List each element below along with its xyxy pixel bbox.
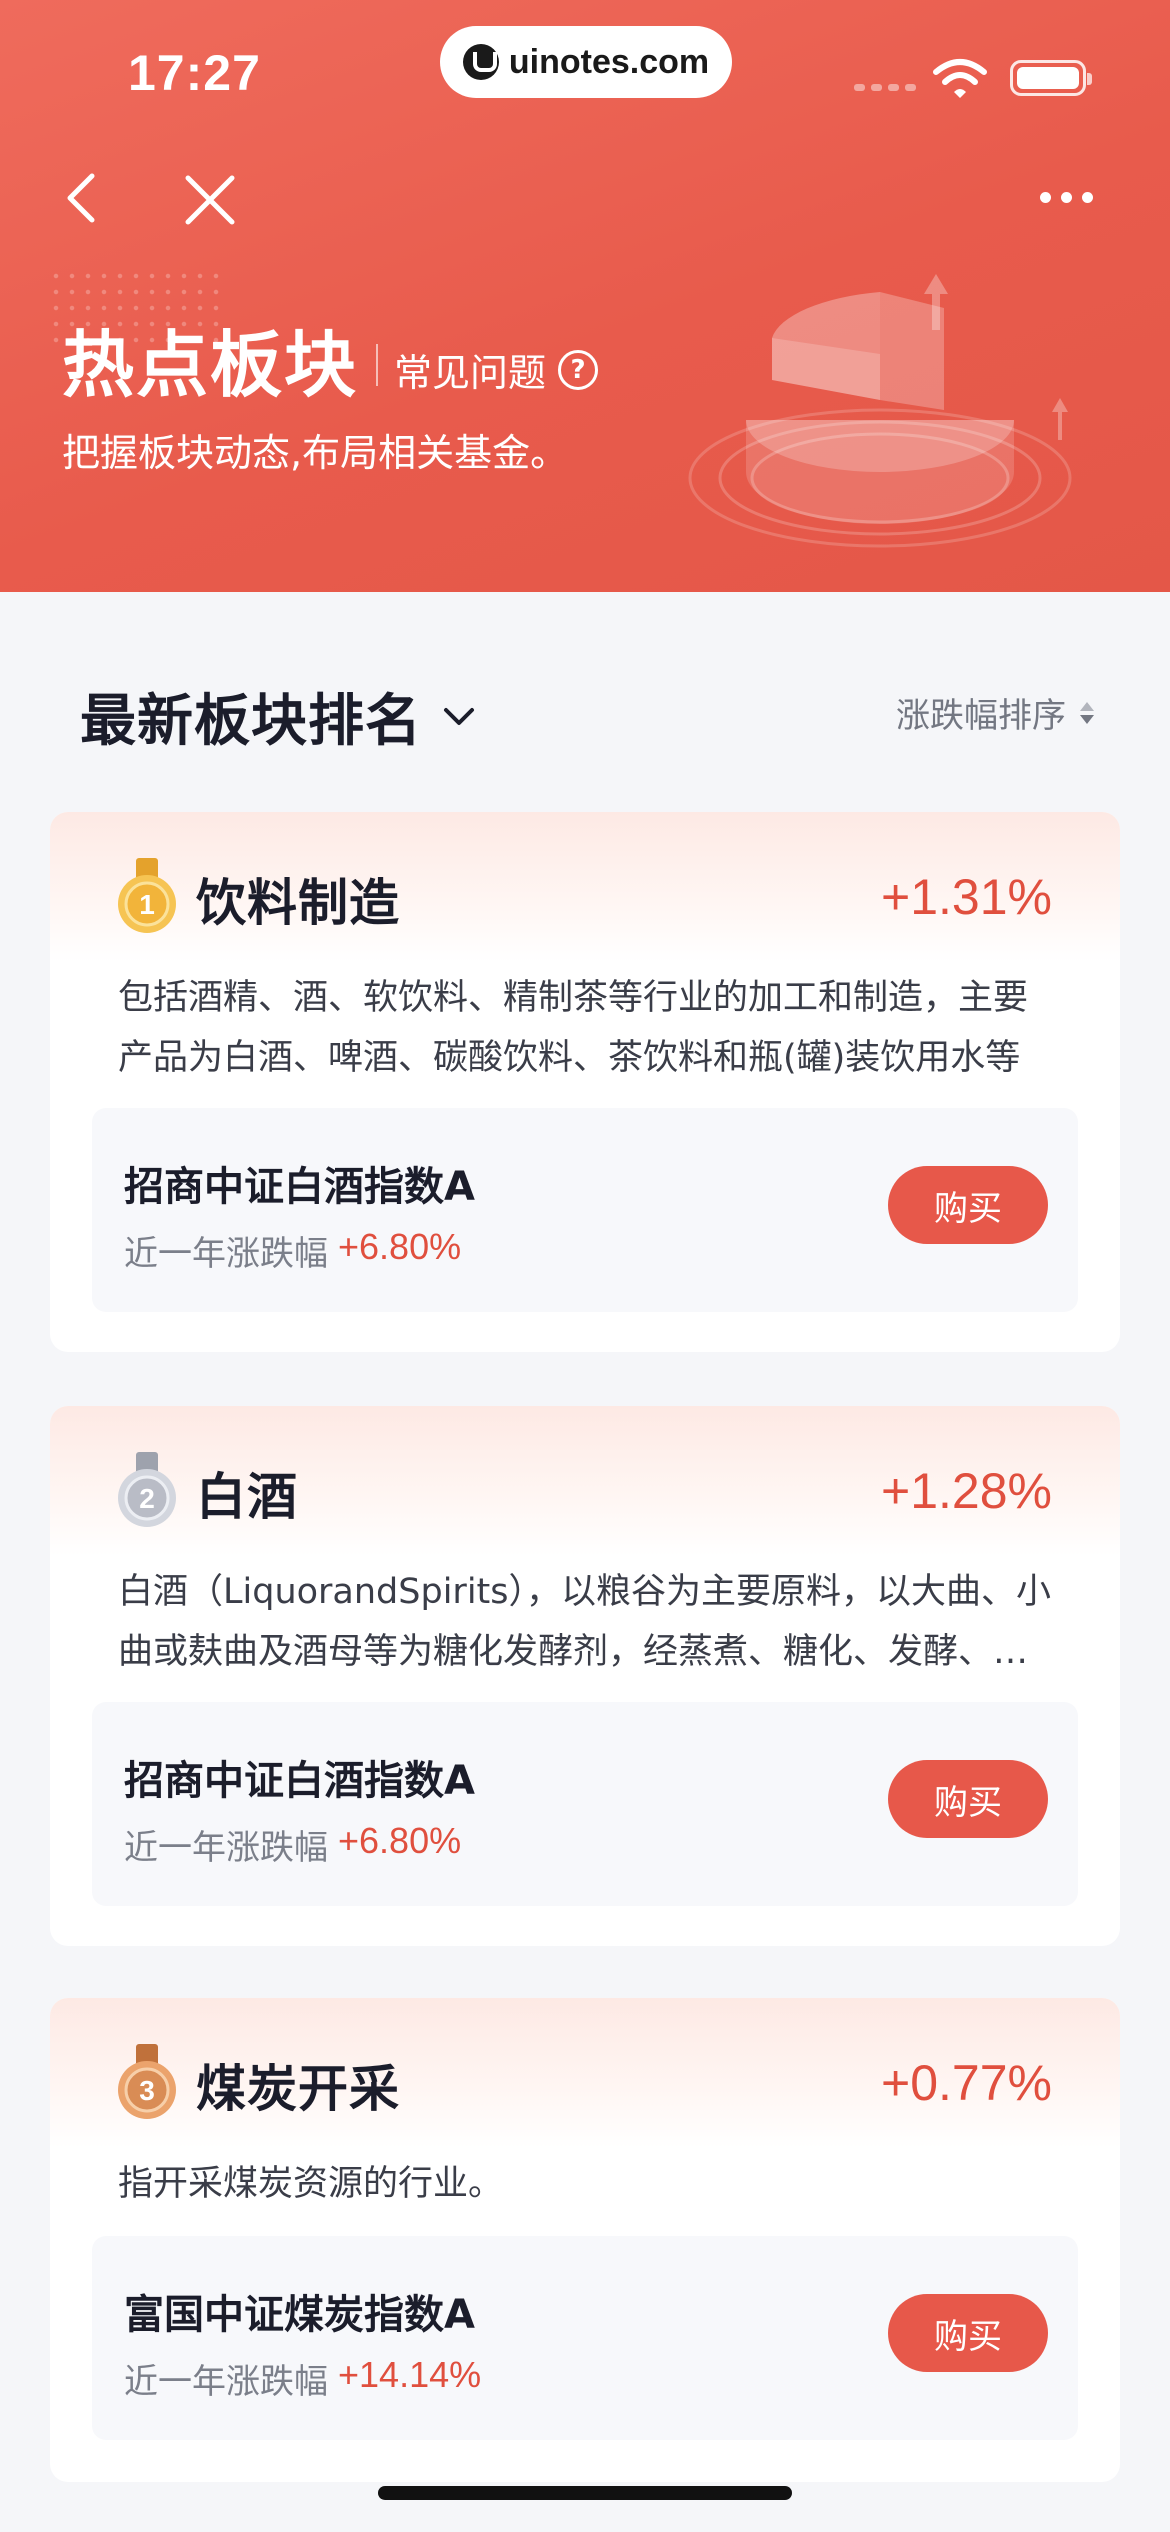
more-icon[interactable] [1040, 182, 1104, 212]
back-arrow-icon[interactable] [58, 166, 108, 230]
page-subtitle: 把握板块动态,布局相关基金。 [62, 431, 569, 475]
fund-row[interactable]: 富国中证煤炭指数A 近一年涨跌幅 +14.14% 购买 [92, 2236, 1078, 2440]
buy-button[interactable]: 购买 [888, 1760, 1048, 1838]
fund-name: 富国中证煤炭指数A [124, 2292, 475, 2338]
pie-chart-illustration [688, 274, 1072, 548]
svg-text:3: 3 [139, 2075, 155, 2106]
fund-row[interactable]: 招商中证白酒指数A 近一年涨跌幅 +6.80% 购买 [92, 1108, 1078, 1312]
wifi-icon [933, 59, 987, 98]
fund-perf-value: +6.80% [338, 1226, 462, 1267]
site-logo-icon [462, 44, 499, 80]
sort-arrows-icon [1080, 701, 1094, 724]
close-icon[interactable] [180, 170, 240, 230]
fund-name: 招商中证白酒指数A [124, 1164, 475, 1210]
sector-card[interactable]: 2 白酒 +1.28% 白酒（LiquorandSpirits），以粮谷为主要原… [50, 1406, 1120, 1946]
medal-gold-icon: 1 [118, 858, 176, 933]
sector-change: +1.31% [881, 869, 1052, 925]
sector-name: 白酒 [196, 1468, 298, 1526]
fund-performance: 近一年涨跌幅 +14.14% [124, 2354, 481, 2403]
sector-header: 2 白酒 [116, 1452, 298, 1534]
sort-label: 涨跌幅排序 [896, 696, 1066, 736]
sector-name: 饮料制造 [196, 874, 400, 932]
fund-perf-label: 近一年涨跌幅 [124, 2362, 328, 2402]
buy-button[interactable]: 购买 [888, 1166, 1048, 1244]
medal-bronze-icon: 3 [118, 2044, 176, 2119]
page-title: 热点板块 [62, 323, 359, 407]
svg-text:2: 2 [139, 1483, 155, 1514]
sector-description: 白酒（LiquorandSpirits），以粮谷为主要原料，以大曲、小曲或麸曲及… [118, 1572, 1052, 1672]
medal-silver-icon: 2 [118, 1452, 176, 1527]
fund-name: 招商中证白酒指数A [124, 1758, 475, 1804]
sector-header: 1 饮料制造 [116, 858, 400, 940]
url-text: uinotes.com [508, 42, 710, 81]
fund-performance: 近一年涨跌幅 +6.80% [124, 1226, 461, 1275]
fund-perf-value: +6.80% [338, 1820, 462, 1861]
status-time: 17:27 [128, 45, 261, 101]
fund-row[interactable]: 招商中证白酒指数A 近一年涨跌幅 +6.80% 购买 [92, 1702, 1078, 1906]
fund-perf-value: +14.14% [338, 2354, 482, 2395]
faq-link[interactable]: 常见问题 ? [394, 342, 599, 397]
fund-perf-label: 近一年涨跌幅 [124, 1234, 328, 1274]
buy-button[interactable]: 购买 [888, 2294, 1048, 2372]
sector-card[interactable]: 3 煤炭开采 +0.77% 指开采煤炭资源的行业。 富国中证煤炭指数A 近一年涨… [50, 1998, 1120, 2482]
help-icon: ? [558, 349, 599, 390]
sector-description: 指开采煤炭资源的行业。 [118, 2164, 504, 2204]
chevron-down-icon [444, 707, 474, 725]
url-pill: uinotes.com [440, 26, 732, 98]
ranking-selector[interactable]: 最新板块排名 [80, 676, 476, 757]
svg-text:1: 1 [139, 889, 155, 920]
sector-card[interactable]: 1 饮料制造 +1.31% 包括酒精、酒、软饮料、精制茶等行业的加工和制造，主要… [50, 812, 1120, 1352]
faq-label: 常见问题 [394, 351, 547, 395]
title-divider [376, 344, 378, 386]
sort-toggle[interactable]: 涨跌幅排序 [896, 688, 1094, 737]
fund-perf-label: 近一年涨跌幅 [124, 1828, 328, 1868]
fund-performance: 近一年涨跌幅 +6.80% [124, 1820, 461, 1869]
sector-change: +0.77% [881, 2055, 1052, 2111]
battery-icon [1010, 60, 1092, 96]
home-indicator [378, 2486, 792, 2500]
sector-header: 3 煤炭开采 [116, 2044, 400, 2126]
sector-change: +1.28% [881, 1463, 1052, 1519]
page: 17:27 uinotes.com 热点板块 常见问题 ? 把握板块动态,布局相… [0, 0, 1170, 2532]
sector-name: 煤炭开采 [196, 2060, 400, 2118]
signal-icon [854, 84, 916, 91]
header-banner: 17:27 uinotes.com 热点板块 常见问题 ? 把握板块动态,布局相… [0, 0, 1170, 592]
section-title: 最新板块排名 [80, 689, 422, 754]
sector-description: 包括酒精、酒、软饮料、精制茶等行业的加工和制造，主要产品为白酒、啤酒、碳酸饮料、… [118, 978, 1029, 1078]
